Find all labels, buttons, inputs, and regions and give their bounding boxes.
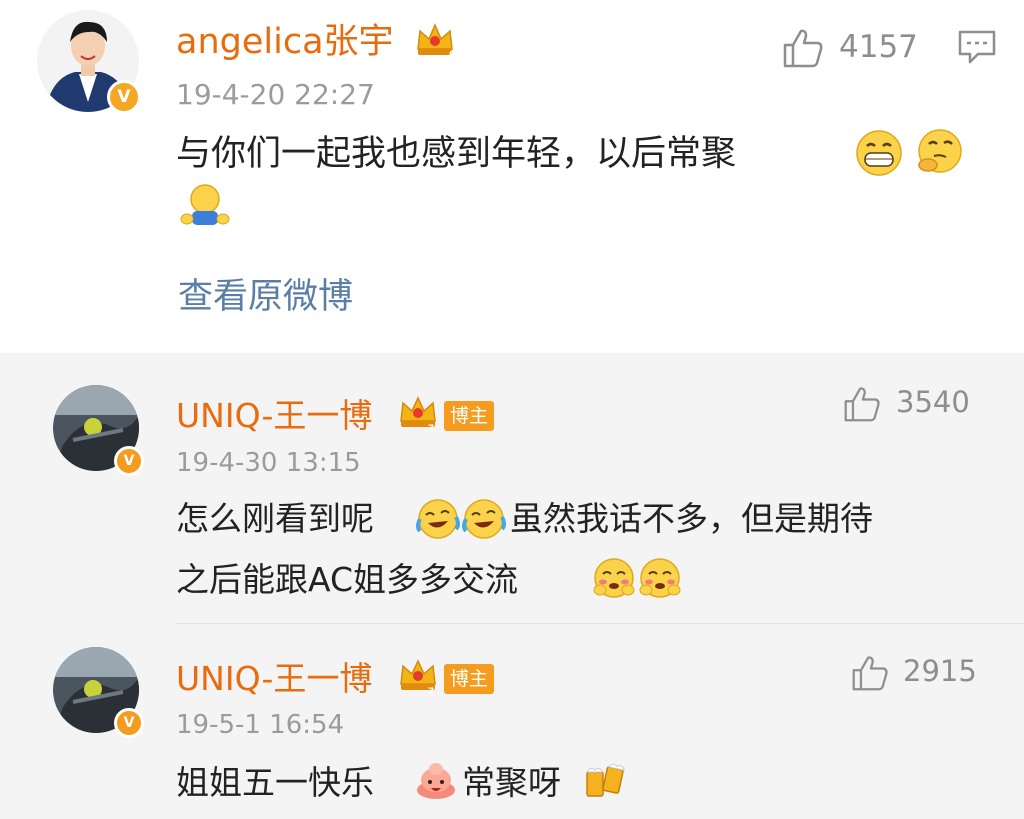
avatar[interactable]: V xyxy=(53,385,144,476)
username[interactable]: UNIQ-王一博 xyxy=(176,399,372,432)
like-button[interactable] xyxy=(851,654,889,696)
verified-badge-icon: V xyxy=(114,708,144,738)
like-button[interactable] xyxy=(782,27,824,73)
reply-text-segment: 常聚呀 xyxy=(462,763,561,802)
thumbs-up-icon xyxy=(852,656,888,691)
reply-text-segment: 之后能跟AC姐多多交流 xyxy=(176,560,519,599)
blush-emoji xyxy=(592,556,636,604)
laugh-cry-emoji xyxy=(462,497,506,545)
verified-badge-icon: V xyxy=(107,80,141,114)
reply-text-segment: 怎么刚看到呢 xyxy=(176,499,374,538)
cake-emoji xyxy=(414,758,458,806)
laugh-cry-emoji xyxy=(416,497,460,545)
thumbs-up-icon xyxy=(844,387,880,422)
comment-text: 与你们一起我也感到年轻，以后常聚 xyxy=(176,137,736,172)
svg-text:7: 7 xyxy=(428,687,434,696)
replies-section: V UNIQ-王一博 7 博主 19-4-30 13:15 3540 怎么刚看到… xyxy=(0,353,1024,819)
username[interactable]: angelica张宇 xyxy=(176,25,394,60)
like-button[interactable] xyxy=(843,385,881,427)
divider xyxy=(176,623,1024,624)
reply-text-segment: 姐姐五一快乐 xyxy=(176,763,374,802)
crown-vip-icon: 7 xyxy=(398,393,438,437)
avatar[interactable]: V xyxy=(53,647,144,738)
like-count: 2915 xyxy=(903,654,977,688)
like-count: 3540 xyxy=(896,385,970,419)
username[interactable]: UNIQ-王一博 xyxy=(176,662,372,695)
timestamp: 19-5-1 16:54 xyxy=(176,710,345,740)
svg-text:7: 7 xyxy=(428,424,434,433)
blush-emoji xyxy=(638,556,682,604)
beer-emoji xyxy=(583,758,627,806)
crown-vip-icon: 7 xyxy=(398,656,438,700)
verified-badge-icon: V xyxy=(114,446,144,476)
view-original-post-link[interactable]: 查看原微博 xyxy=(178,280,353,315)
hug-emoji xyxy=(180,183,230,233)
blogger-badge: 博主 xyxy=(444,401,495,431)
avatar[interactable]: V xyxy=(37,10,141,114)
main-comment: V angelica张宇 6 19-4-20 22:27 4157 与你们一起我… xyxy=(0,0,1024,353)
comment-icon xyxy=(958,30,996,64)
like-count: 4157 xyxy=(839,29,918,65)
blogger-badge: 博主 xyxy=(444,664,495,694)
comment-button[interactable] xyxy=(958,29,996,69)
thumbs-up-icon xyxy=(783,29,823,68)
grin-emoji xyxy=(855,129,903,181)
reply-text-segment: 虽然我话不多，但是期待 xyxy=(510,499,873,538)
thinking-emoji xyxy=(914,127,964,181)
comment-text-line: 与你们一起我也感到年轻，以后常聚 xyxy=(176,134,737,174)
svg-text:6: 6 xyxy=(449,50,455,59)
timestamp: 19-4-20 22:27 xyxy=(176,78,375,111)
crown-vip-icon: 6 xyxy=(414,19,456,63)
timestamp: 19-4-30 13:15 xyxy=(176,448,361,478)
